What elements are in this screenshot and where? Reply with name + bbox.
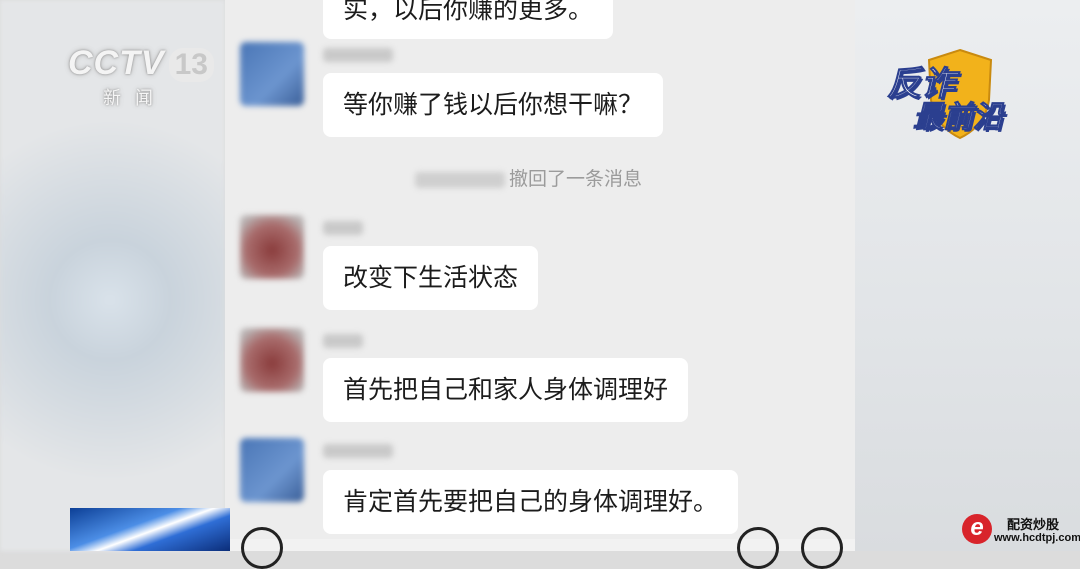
avatar[interactable] — [240, 42, 304, 106]
emoji-button[interactable] — [737, 527, 779, 569]
sender-name-blurred — [323, 334, 363, 348]
badge-line-2: 最前沿 — [913, 101, 1004, 135]
message-bubble: 实，以后你赚的更多。 — [323, 0, 614, 39]
message-bubble: 改变下生活状态 — [323, 246, 539, 310]
avatar[interactable] — [240, 438, 304, 502]
message-bubble: 首先把自己和家人身体调理好 — [323, 358, 689, 422]
broadcast-graphic — [70, 508, 230, 551]
sender-name-blurred — [323, 48, 393, 62]
message-bubble: 等你赚了钱以后你想干嘛？ — [323, 73, 664, 137]
avatar[interactable] — [240, 215, 304, 279]
avatar[interactable] — [240, 328, 304, 392]
cctv-logo-text: CCTV — [68, 44, 165, 82]
watermark-url: www.hcdtpj.com — [994, 532, 1080, 544]
recall-sender-blurred — [415, 171, 505, 188]
message-text: 等你赚了钱以后你想干嘛？ — [343, 90, 644, 119]
message-text: 肯定首先要把自己的身体调理好。 — [343, 487, 719, 516]
chat-screen: 实，以后你赚的更多。 等你赚了钱以后你想干嘛？ 撤回了一条消息 改变下生活状态 … — [225, 0, 855, 569]
watermark-logo-icon: e — [962, 514, 992, 544]
anti-fraud-program-badge: 反诈 最前沿 — [885, 48, 1015, 140]
cctv-13-logo: CCTV 13 新闻 — [68, 44, 214, 108]
voice-button[interactable] — [241, 527, 283, 569]
message-bubble: 肯定首先要把自己的身体调理好。 — [323, 470, 739, 534]
more-button[interactable] — [801, 527, 843, 569]
sender-name-blurred — [323, 221, 363, 235]
message-text: 实，以后你赚的更多。 — [343, 0, 594, 24]
message-text: 首先把自己和家人身体调理好 — [343, 375, 669, 404]
message-text: 改变下生活状态 — [343, 263, 519, 292]
channel-subtitle: 新闻 — [103, 88, 167, 108]
recall-notice: 撤回了一条消息 — [415, 165, 642, 193]
watermark-title: 配资炒股 — [1007, 518, 1060, 533]
sender-name-blurred — [323, 444, 393, 458]
recall-notice-text: 撤回了一条消息 — [509, 168, 643, 190]
channel-number: 13 — [168, 48, 214, 82]
watermark: e 配资炒股 www.hcdtpj.com — [962, 512, 1080, 551]
